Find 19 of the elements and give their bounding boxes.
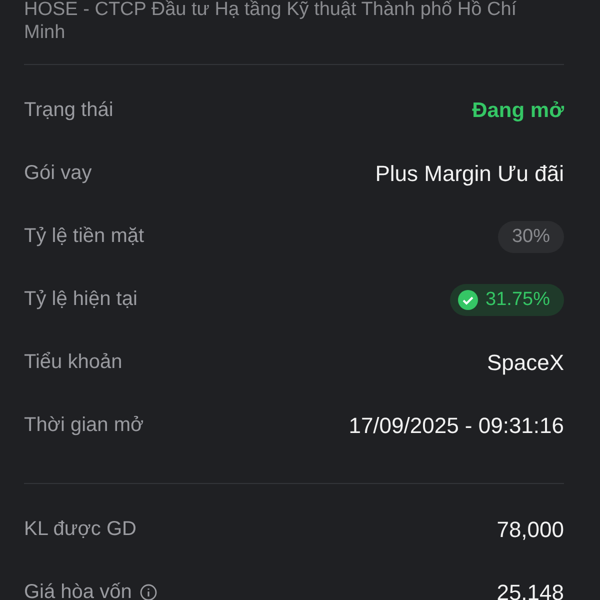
exchange-company-name: HOSE - CTCP Đầu tư Hạ tầng Kỹ thuật Thành phố Hồ Chí Minh (24, 0, 518, 45)
info-icon[interactable] (140, 584, 157, 600)
detail-value: 17/09/2025 - 09:31:16 (348, 412, 564, 438)
detail-value: 25.148 (496, 580, 564, 600)
check-icon (458, 290, 478, 310)
detail-label: Trạng thái (24, 99, 114, 122)
detail-value: SpaceX (486, 350, 564, 376)
detail-value: 78,000 (496, 516, 564, 542)
detail-label: Tỷ lệ hiện tại (24, 288, 138, 311)
detail-label: Tỷ lệ tiền mặt (24, 225, 144, 248)
detail-label: KL được GD (24, 518, 136, 541)
detail-label: Tiểu khoản (24, 351, 122, 374)
detail-label: Giá hòa vốn (24, 581, 132, 600)
ratio-value: 30% (498, 220, 564, 252)
detail-value: Plus Margin Ưu đãi (375, 160, 564, 186)
detail-label: Gói vay (24, 162, 92, 185)
status-value: Đang mở (472, 98, 564, 122)
ratio-value: 31.75% (486, 288, 550, 310)
detail-label: Thời gian mở (24, 414, 144, 437)
